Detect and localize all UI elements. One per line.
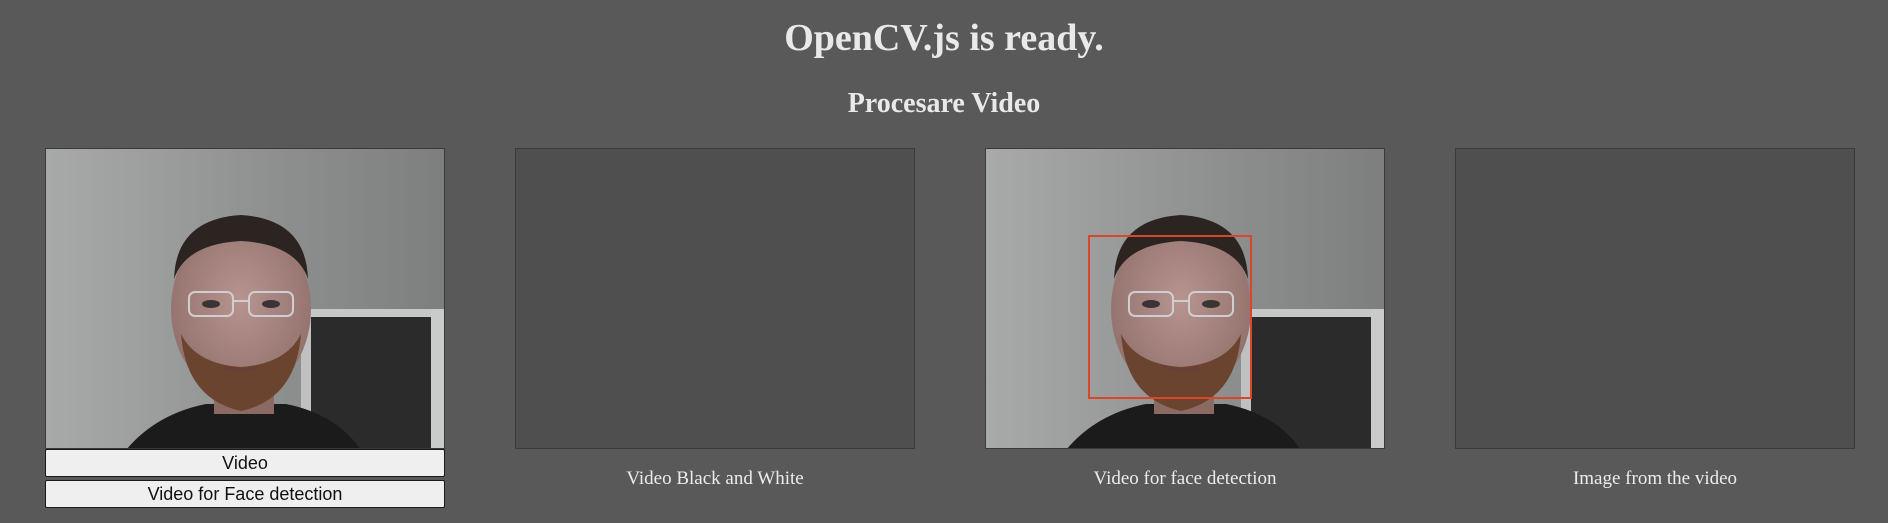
canvas-image-from-video [1455,148,1855,449]
canvas-black-white [515,148,915,449]
face-detection-frame-image [986,149,1384,448]
webcam-frame-image [46,149,444,448]
webcam-video[interactable] [45,148,445,449]
video-button[interactable]: Video [45,449,445,477]
caption-face-detection: Video for face detection [1093,468,1277,489]
status-title: OpenCV.js is ready. [784,17,1104,59]
section-title: Procesare Video [847,88,1041,119]
canvas-face-detection [985,148,1385,449]
face-detection-button[interactable]: Video for Face detection [45,480,445,508]
caption-image-from-video: Image from the video [1572,468,1738,489]
caption-black-white: Video Black and White [626,468,804,489]
